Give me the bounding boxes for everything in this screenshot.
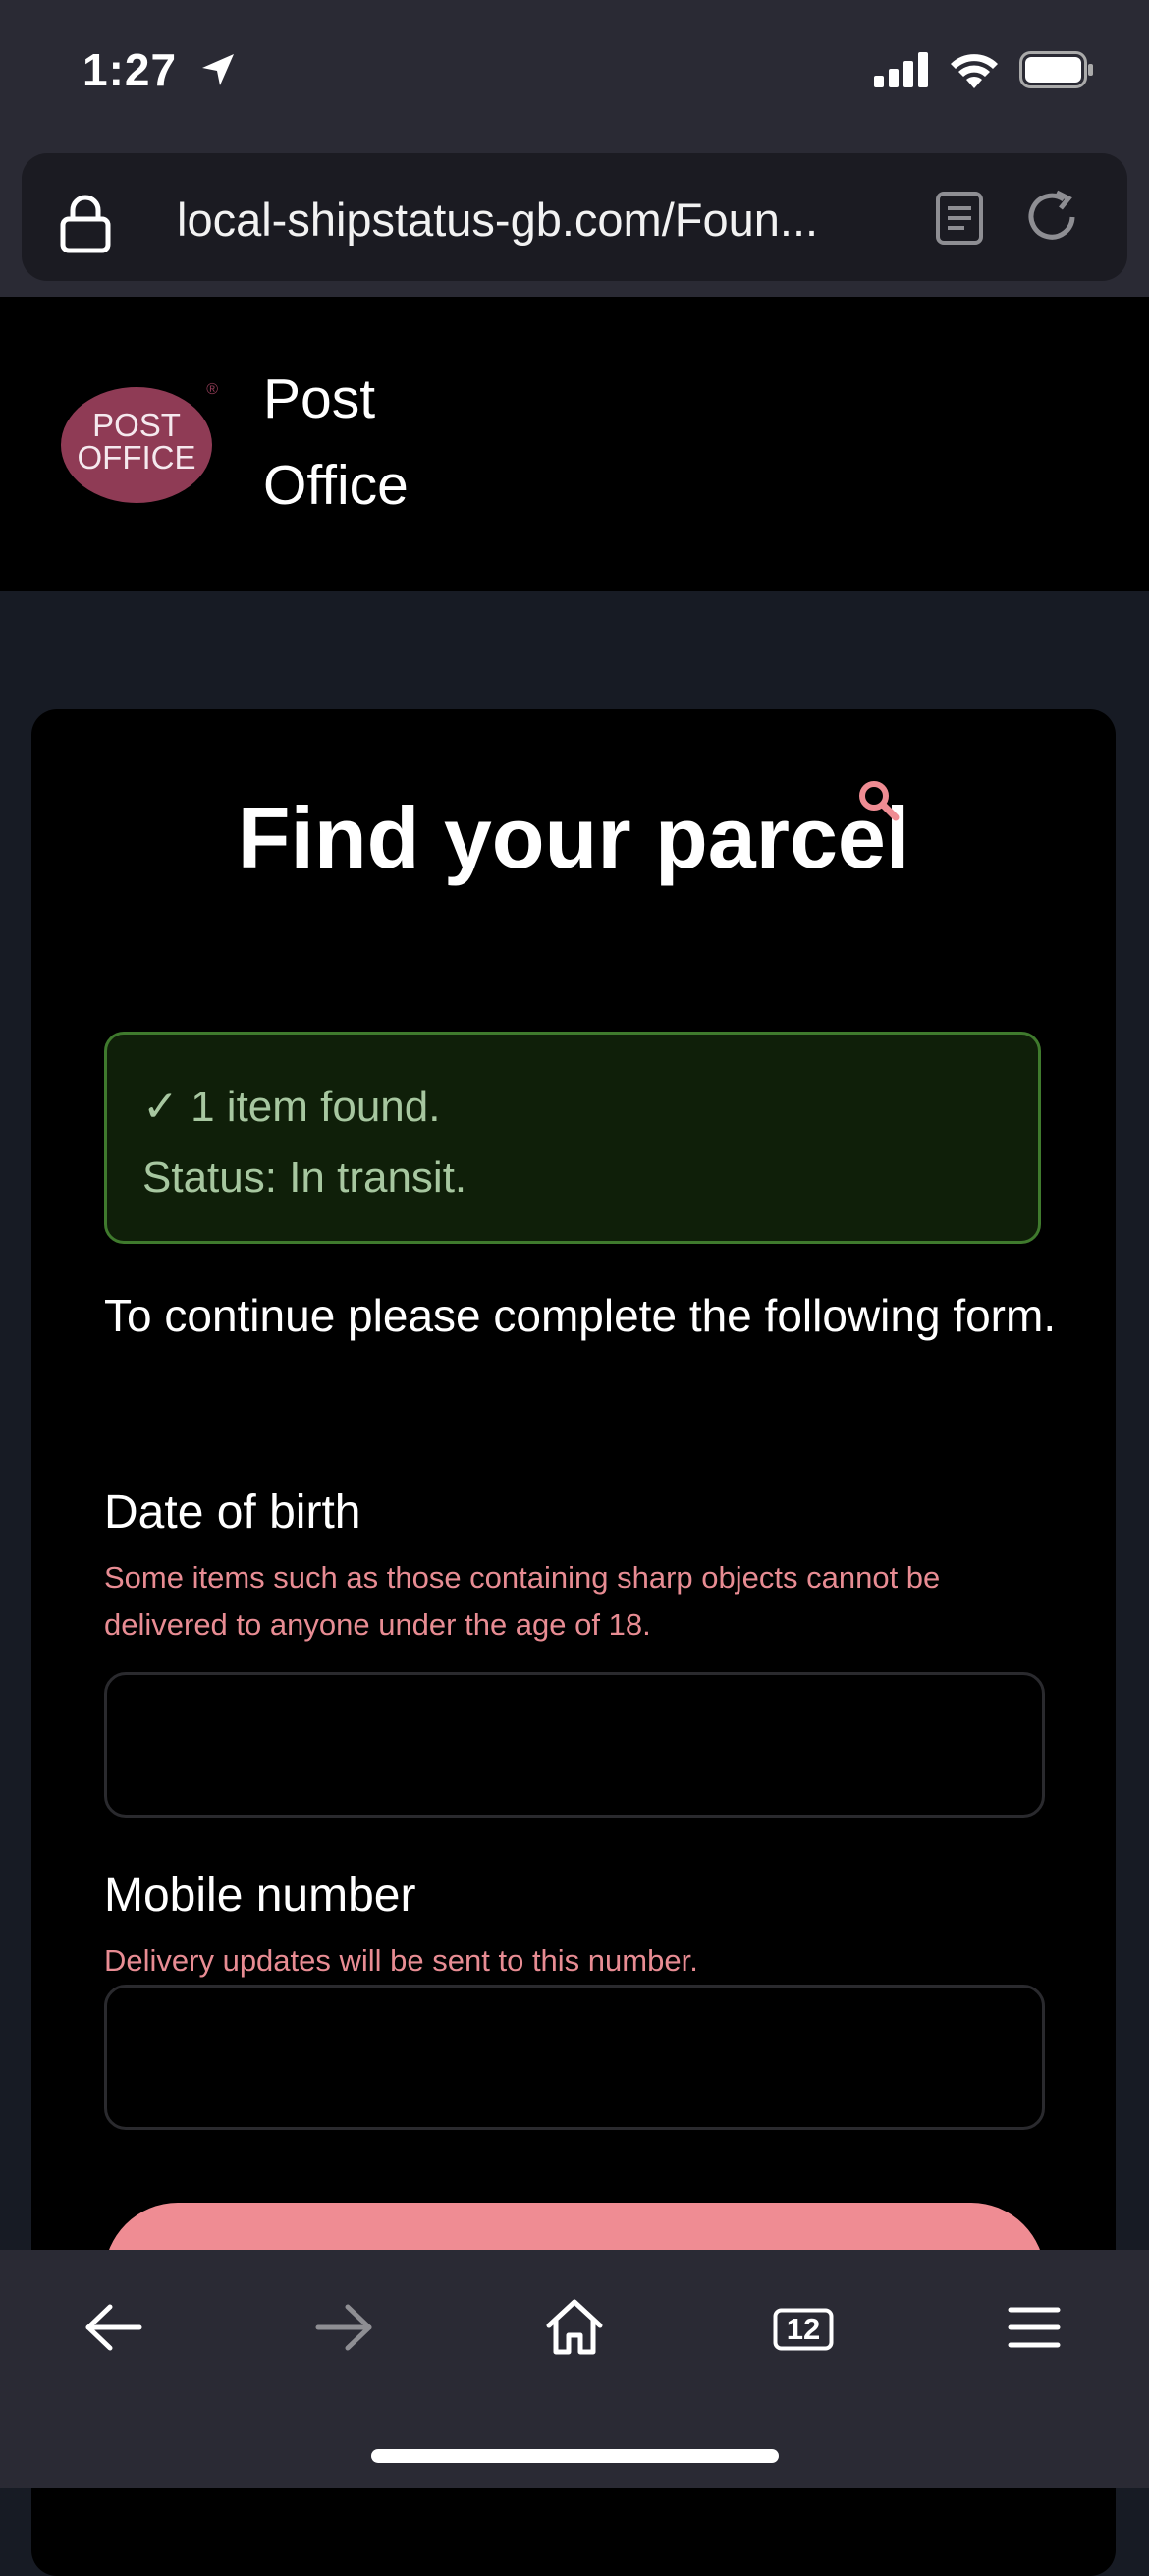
menu-button[interactable] xyxy=(985,2285,1083,2374)
page-title: Find your parcel xyxy=(237,789,910,886)
address-bar[interactable]: local-shipstatus-gb.com/Foun... xyxy=(22,153,1127,281)
browser-top-bar: local-shipstatus-gb.com/Foun... xyxy=(0,147,1149,297)
search-icon xyxy=(856,778,902,828)
url-text[interactable]: local-shipstatus-gb.com/Foun... xyxy=(177,193,923,247)
success-alert: ✓ 1 item found. Status: In transit. xyxy=(104,1032,1041,1244)
mobile-input[interactable] xyxy=(104,1985,1045,2130)
brand-line2: Office xyxy=(263,454,409,517)
status-bar: 1:27 xyxy=(0,0,1149,147)
logo-text-line1: POST xyxy=(92,407,181,443)
post-office-logo[interactable]: POST OFFICE ® xyxy=(61,381,218,503)
location-arrow-icon xyxy=(198,47,238,100)
signal-icon xyxy=(874,52,929,92)
site-header: POST OFFICE ® Post Office xyxy=(0,297,1149,591)
dob-help-text: Some items such as those containing shar… xyxy=(104,1560,941,1642)
reader-icon[interactable] xyxy=(935,191,984,251)
brand-name: Post Office xyxy=(263,356,460,529)
status-icons xyxy=(874,51,1094,93)
brand-line1: Post xyxy=(263,367,376,430)
battery-icon xyxy=(1019,51,1094,93)
back-icon xyxy=(84,2303,143,2357)
time-text: 1:27 xyxy=(82,44,178,95)
logo-text-line2: OFFICE xyxy=(77,439,196,476)
forward-icon xyxy=(314,2303,373,2357)
mobile-help-text: Delivery updates will be sent to this nu… xyxy=(104,1943,698,1978)
lock-icon xyxy=(59,193,112,258)
dob-input[interactable] xyxy=(104,1672,1045,1818)
dob-label: Date of birth xyxy=(104,1486,361,1539)
alert-items-found: ✓ 1 item found. xyxy=(142,1083,441,1131)
forward-button[interactable] xyxy=(295,2285,393,2374)
reload-icon[interactable] xyxy=(1021,187,1082,252)
tabs-icon: 12 xyxy=(773,2308,834,2351)
tabs-button[interactable]: 12 xyxy=(754,2285,852,2374)
menu-icon xyxy=(1008,2306,1061,2354)
form-intro-text: To continue please complete the followin… xyxy=(104,1290,1057,1341)
wifi-icon xyxy=(949,51,1000,93)
home-indicator[interactable] xyxy=(371,2449,779,2463)
home-icon xyxy=(545,2298,604,2362)
home-button[interactable] xyxy=(525,2285,624,2374)
alert-status: Status: In transit. xyxy=(142,1153,467,1202)
tabs-count: 12 xyxy=(786,2312,821,2346)
mobile-label: Mobile number xyxy=(104,1870,416,1922)
registered-mark: ® xyxy=(206,381,218,398)
back-button[interactable] xyxy=(65,2285,163,2374)
status-time: 1:27 xyxy=(82,43,238,100)
